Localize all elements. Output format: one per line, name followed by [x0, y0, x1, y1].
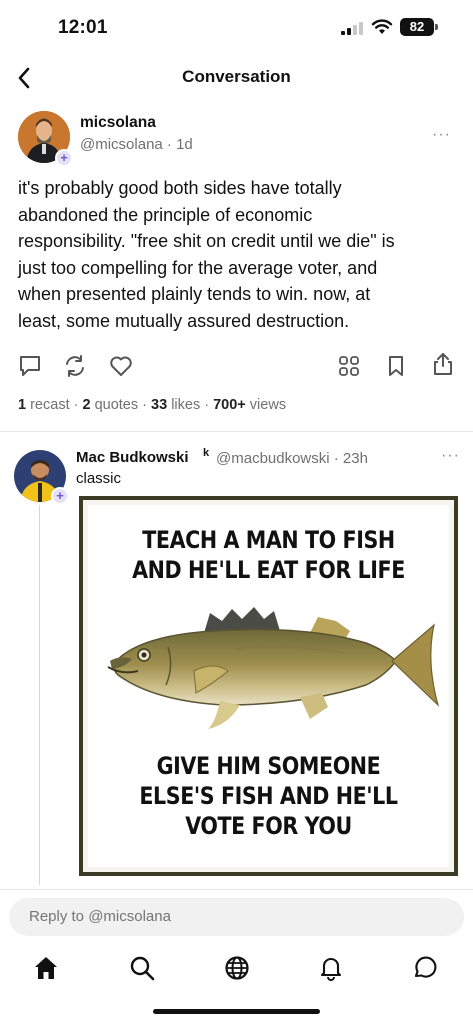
home-icon[interactable]	[32, 954, 60, 982]
reply-author-name[interactable]: Mac Budkowski	[76, 449, 189, 466]
stats-separator: ·	[138, 397, 152, 413]
bell-icon[interactable]	[317, 954, 345, 982]
like-label: likes	[167, 397, 201, 413]
share-icon[interactable]	[430, 351, 456, 377]
meme-panel: TEACH A MAN TO FISH AND HE'LL EAT FOR LI…	[88, 505, 449, 867]
cellular-signal-icon	[341, 22, 363, 35]
comment-icon[interactable]	[17, 353, 43, 379]
follow-plus-badge[interactable]: +	[51, 487, 69, 505]
nav-header: Conversation	[0, 56, 473, 100]
post-body-line: abandoned the principle of economic	[18, 204, 313, 225]
post-author-name[interactable]: micsolana	[80, 114, 156, 132]
battery-tip	[435, 24, 438, 30]
grid-icon[interactable]	[336, 353, 362, 379]
recast-label: recast	[26, 397, 70, 413]
walleye-fish-image	[107, 607, 440, 729]
divider	[0, 431, 473, 432]
heart-icon[interactable]	[108, 353, 134, 379]
post-body-line: when presented plainly tends to win. now…	[18, 284, 371, 304]
reply-composer[interactable]	[9, 898, 464, 936]
home-indicator	[153, 1009, 320, 1014]
divider	[0, 889, 473, 890]
bookmark-icon[interactable]	[383, 353, 409, 379]
meme-line: VOTE FOR YOU	[185, 812, 352, 840]
globe-icon[interactable]	[223, 954, 251, 982]
quote-count[interactable]: 2	[82, 397, 90, 413]
status-bar: 12:01 82	[0, 0, 473, 52]
meme-line: AND HE'LL EAT FOR LIFE	[132, 556, 405, 584]
reply-more-button[interactable]: ···	[441, 447, 460, 465]
recast-icon[interactable]	[62, 353, 88, 379]
meme-top-text: TEACH A MAN TO FISH AND HE'LL EAT FOR LI…	[113, 525, 423, 585]
post-body: it's probably good both sides have total…	[18, 175, 458, 334]
reply-input[interactable]	[29, 908, 429, 925]
follow-plus-badge[interactable]: +	[55, 149, 73, 167]
like-count[interactable]: 33	[151, 397, 167, 413]
battery-indicator: 82	[400, 18, 434, 36]
wifi-icon	[371, 19, 393, 34]
meme-bottom-text: GIVE HIM SOMEONE ELSE'S FISH AND HE'LL V…	[113, 751, 423, 841]
post-body-line: it's probably good both sides have total…	[18, 178, 342, 198]
thread-line	[39, 505, 40, 885]
chat-icon[interactable]	[411, 954, 439, 982]
view-label: views	[245, 397, 287, 413]
post-body-line: least, some mutually assured destruction…	[18, 310, 350, 331]
post-body-line: just too compelling for the average vote…	[18, 257, 378, 278]
post-more-button[interactable]: ···	[432, 126, 451, 144]
page-title: Conversation	[182, 67, 291, 86]
reply-text: classic	[76, 470, 122, 487]
tab-bar	[0, 950, 473, 990]
stats-separator: ·	[69, 397, 83, 413]
meme-line: ELSE'S FISH AND HE'LL	[139, 782, 398, 810]
search-icon[interactable]	[128, 954, 156, 982]
status-time: 12:01	[58, 17, 108, 38]
meme-line: TEACH A MAN TO FISH	[142, 526, 395, 554]
post-stats: 1 recast · 2 quotes · 33 likes · 700+ vi…	[18, 397, 286, 413]
quote-label: quotes	[90, 397, 139, 413]
reply-author-handle[interactable]: @macbudkowski · 23h	[216, 450, 368, 467]
reply-author-badge: k	[203, 447, 210, 459]
meme-line: GIVE HIM SOMEONE	[156, 752, 381, 780]
post-body-line: responsibility. "free shit on credit unt…	[18, 231, 395, 251]
reply-image[interactable]: TEACH A MAN TO FISH AND HE'LL EAT FOR LI…	[79, 496, 458, 876]
stats-separator: ·	[200, 397, 214, 413]
view-count: 700+	[213, 397, 246, 413]
post-author-handle[interactable]: @micsolana · 1d	[80, 136, 193, 153]
recast-count[interactable]: 1	[18, 397, 26, 413]
